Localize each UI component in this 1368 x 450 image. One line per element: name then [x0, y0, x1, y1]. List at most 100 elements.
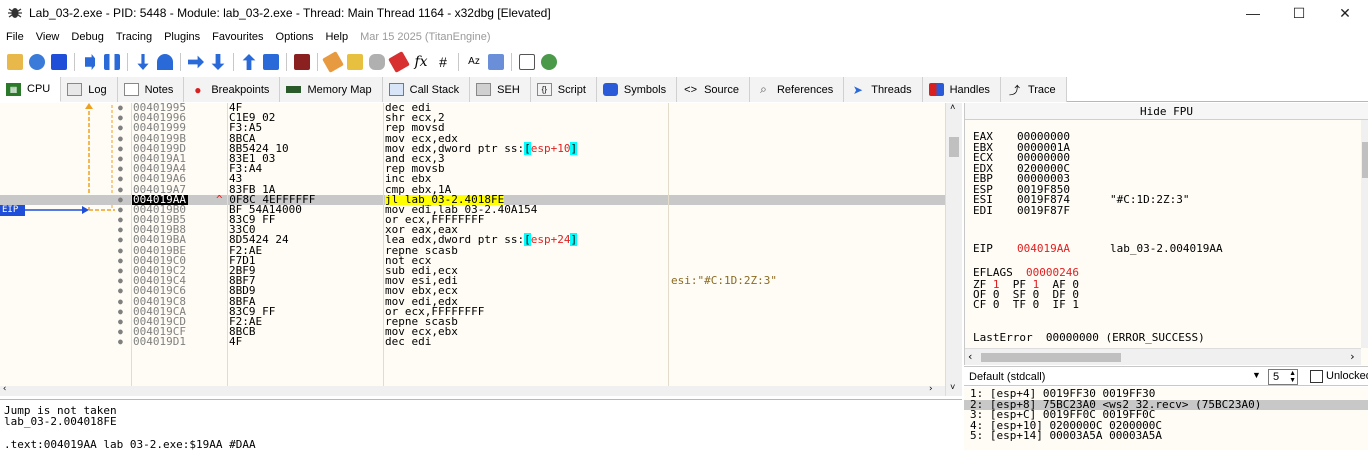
breakpoint-slot-icon[interactable]: ●	[118, 195, 123, 205]
variables-icon[interactable]: #	[435, 54, 451, 70]
breakpoint-slot-icon[interactable]: ●	[118, 103, 123, 113]
menu-debug[interactable]: Debug	[65, 31, 109, 43]
open-folder-icon[interactable]	[7, 54, 23, 70]
argument-count-spinbox[interactable]: 5 ▲ ▼	[1268, 369, 1298, 385]
execute-till-return-icon[interactable]	[242, 54, 256, 70]
breakpoint-slot-icon[interactable]: ●	[118, 113, 123, 123]
register-line[interactable]: EIP 004019AA lab_03-2.004019AA	[965, 242, 1361, 255]
breakpoint-slot-icon[interactable]: ●	[118, 246, 123, 256]
maximize-button[interactable]: ☐	[1276, 0, 1322, 26]
breakpoint-slot-icon[interactable]: ●	[118, 164, 123, 174]
menu-tracing[interactable]: Tracing	[110, 31, 158, 43]
pause-icon[interactable]	[104, 54, 120, 70]
bookmarks-icon[interactable]	[388, 51, 410, 73]
tab-source[interactable]: <> Source	[677, 77, 750, 102]
comments-icon[interactable]	[347, 54, 363, 70]
disassembly-vertical-scrollbar[interactable]: ˄ ˅	[945, 103, 962, 396]
functions-icon[interactable]: fx	[413, 54, 429, 70]
breakpoint-slot-icon[interactable]: ●	[118, 256, 123, 266]
registers-panel[interactable]: Hide FPU EAX 00000000 EBX 0000001A ECX 000000…	[964, 103, 1368, 365]
menu-options[interactable]: Options	[270, 31, 320, 43]
register-line[interactable]: ECX 00000000	[965, 151, 1361, 164]
patch-icon[interactable]	[322, 51, 344, 73]
argument-row[interactable]: 5: [esp+14] 00003A5A 00003A5A	[970, 430, 1162, 442]
disassembly-row[interactable]: ● 004019D1 4F dec edi	[0, 336, 945, 347]
breakpoint-slot-icon[interactable]: ●	[118, 225, 123, 235]
tab-breakpoints[interactable]: ● Breakpoints	[184, 77, 281, 102]
scroll-thumb[interactable]	[949, 137, 959, 157]
arguments-panel[interactable]: 1: [esp+4] 0019FF30 0019FF30 2: [esp+8] 7…	[964, 387, 1368, 450]
register-value[interactable]: 004019AA	[1017, 242, 1070, 255]
run-to-user-code-icon[interactable]	[263, 54, 279, 70]
disassembly-view[interactable]: EIP ● 00401995 4F dec edi ● 00401996 C1E9 02 sh…	[0, 103, 962, 396]
tab-seh[interactable]: SEH	[470, 77, 531, 102]
register-line[interactable]: EDX 0200000C	[965, 162, 1361, 175]
tab-references[interactable]: ⌕ References	[749, 77, 845, 102]
hide-fpu-button[interactable]: Hide FPU	[965, 103, 1368, 120]
breakpoint-slot-icon[interactable]: ●	[118, 185, 123, 195]
minimize-button[interactable]: —	[1230, 0, 1276, 26]
last-error-line[interactable]: LastError 00000000 (ERROR_SUCCESS)	[973, 331, 1205, 344]
registers-hscroll-thumb[interactable]	[981, 353, 1121, 362]
step-into-icon[interactable]	[137, 54, 149, 70]
breakpoint-slot-icon[interactable]: ●	[118, 215, 123, 225]
trace-over-icon[interactable]	[211, 54, 225, 70]
help-globe-icon[interactable]	[541, 54, 557, 70]
breakpoint-slot-icon[interactable]: ●	[118, 297, 123, 307]
breakpoint-slot-icon[interactable]: ●	[118, 276, 123, 286]
tab-threads[interactable]: ➤ Threads	[844, 77, 923, 102]
breakpoint-slot-icon[interactable]: ●	[118, 337, 123, 347]
registers-horizontal-scrollbar[interactable]: ‹ ›	[965, 348, 1361, 365]
calculator-icon[interactable]	[519, 54, 535, 70]
tab-trace[interactable]: ⤴ Trace	[1000, 77, 1067, 102]
register-value[interactable]: 0019F87F	[1017, 204, 1070, 217]
tab-call-stack[interactable]: Call Stack	[382, 77, 471, 102]
register-line[interactable]: EDI 0019F87F	[965, 204, 1361, 217]
breakpoint-slot-icon[interactable]: ●	[118, 235, 123, 245]
tab-handles[interactable]: Handles	[922, 77, 1001, 102]
step-over-icon[interactable]	[157, 54, 173, 70]
tab-script[interactable]: {} Script	[530, 77, 597, 102]
breakpoint-slot-icon[interactable]: ●	[118, 144, 123, 154]
font-icon[interactable]: Aᴢ	[466, 54, 482, 70]
breakpoint-slot-icon[interactable]: ●	[118, 174, 123, 184]
register-line[interactable]: EAX 00000000	[965, 130, 1361, 143]
menu-file[interactable]: File	[0, 31, 30, 43]
trace-into-icon[interactable]	[188, 55, 204, 69]
menu-help[interactable]: Help	[319, 31, 354, 43]
tab-cpu[interactable]: ▦ CPU	[0, 77, 62, 102]
unlocked-checkbox[interactable]	[1310, 370, 1323, 383]
registers-scroll-thumb[interactable]	[1362, 142, 1368, 178]
breakpoint-slot-icon[interactable]: ●	[118, 154, 123, 164]
breakpoint-slot-icon[interactable]: ●	[118, 286, 123, 296]
tab-symbols[interactable]: Symbols	[596, 77, 678, 102]
flags-line[interactable]: CF 0 TF 0 IF 1	[973, 298, 1079, 311]
tab-memory-map[interactable]: Memory Map	[280, 77, 383, 102]
stop-icon[interactable]	[51, 54, 67, 70]
registers-vertical-scrollbar[interactable]	[1361, 120, 1368, 348]
menu-plugins[interactable]: Plugins	[158, 31, 206, 43]
menu-favourites[interactable]: Favourites	[206, 31, 269, 43]
tab-notes[interactable]: Notes	[117, 77, 185, 102]
register-line[interactable]: ESI 0019F874 "#C:1D:2Z:3"	[965, 193, 1361, 206]
scylla-icon[interactable]	[294, 54, 310, 70]
breakpoint-slot-icon[interactable]: ●	[118, 123, 123, 133]
disassembly-horizontal-scrollbar[interactable]: ‹ ›	[0, 384, 945, 396]
register-line[interactable]: EBX 0000001A	[965, 141, 1361, 154]
breakpoint-slot-icon[interactable]: ●	[118, 307, 123, 317]
register-line[interactable]: ESP 0019F850	[965, 183, 1361, 196]
register-line[interactable]: EBP 00000003	[965, 172, 1361, 185]
chevron-down-icon[interactable]: ▼	[1252, 370, 1261, 380]
run-icon[interactable]	[82, 54, 98, 70]
breakpoint-slot-icon[interactable]: ●	[118, 266, 123, 276]
settings-icon[interactable]	[488, 54, 504, 70]
close-button[interactable]: ✕	[1322, 0, 1368, 26]
calling-convention-select[interactable]: Default (stdcall)	[966, 369, 1266, 385]
breakpoint-slot-icon[interactable]: ●	[118, 317, 123, 327]
breakpoint-slot-icon[interactable]: ●	[118, 327, 123, 337]
restart-icon[interactable]	[29, 54, 45, 70]
menu-view[interactable]: View	[30, 31, 66, 43]
breakpoint-slot-icon[interactable]: ●	[118, 134, 123, 144]
labels-icon[interactable]	[369, 54, 385, 70]
breakpoint-slot-icon[interactable]: ●	[118, 205, 123, 215]
